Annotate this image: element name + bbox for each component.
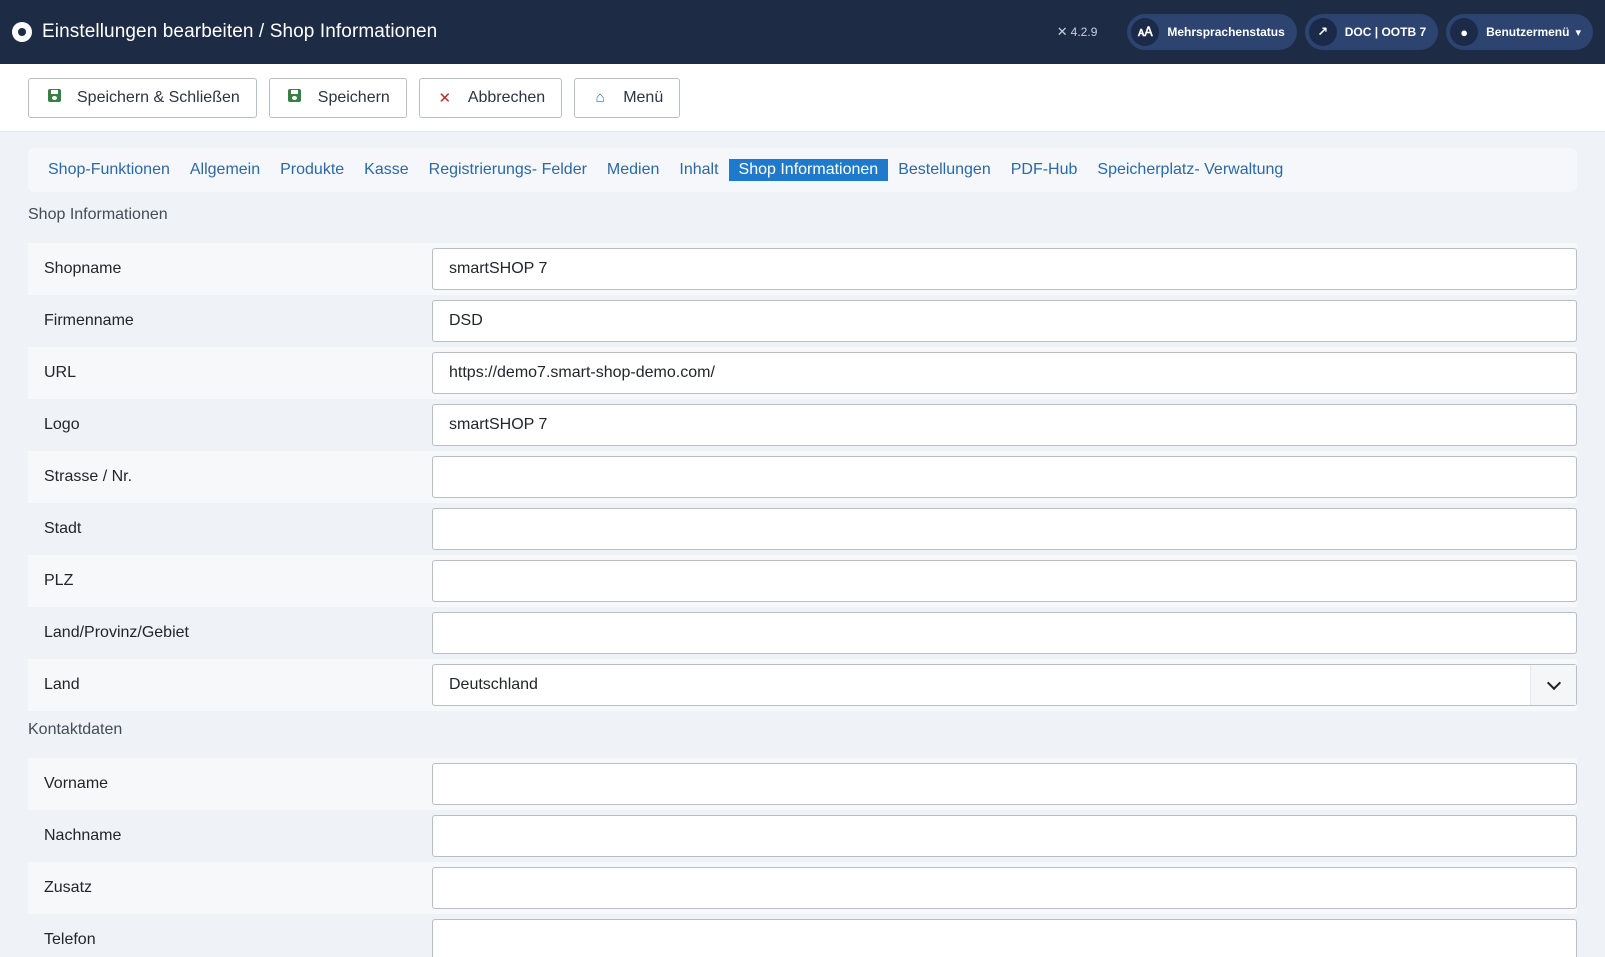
tab-kasse[interactable]: Kasse xyxy=(354,159,418,181)
tab-allgemein[interactable]: Allgemein xyxy=(180,159,270,181)
logo-input[interactable] xyxy=(432,404,1577,446)
form-row-plz: PLZ xyxy=(28,555,1577,607)
tab-medien[interactable]: Medien xyxy=(597,159,669,181)
form-row-firmenname: Firmenname xyxy=(28,295,1577,347)
firmenname-input[interactable] xyxy=(432,300,1577,342)
top-header: Einstellungen bearbeiten / Shop Informat… xyxy=(0,0,1605,64)
firmenname-label: Firmenname xyxy=(44,312,134,329)
user-menu-button[interactable]: ● Benutzermenü ▾ xyxy=(1446,14,1593,50)
form-row-zusatz: Zusatz xyxy=(28,862,1577,914)
strasse-label: Strasse / Nr. xyxy=(44,468,133,485)
doc-link-button[interactable]: ↗ DOC | OOTB 7 xyxy=(1304,14,1439,50)
tab-shop-funktionen[interactable]: Shop-Funktionen xyxy=(38,159,180,181)
menu-label: Menü xyxy=(623,88,664,106)
contact-heading: Kontaktdaten xyxy=(28,721,123,738)
land-select[interactable]: Deutschland xyxy=(432,664,1577,706)
tab-inhalt[interactable]: Inhalt xyxy=(669,159,728,181)
form-row-vorname: Vorname xyxy=(28,758,1577,810)
zusatz-input[interactable] xyxy=(432,867,1577,909)
tab-bestellungen[interactable]: Bestellungen xyxy=(888,159,1001,181)
cancel-label: Abbrechen xyxy=(467,88,546,106)
telefon-label: Telefon xyxy=(44,931,96,948)
chevron-down-icon: ▾ xyxy=(1575,26,1581,39)
language-icon: 🗚 xyxy=(1131,18,1160,46)
vorname-label: Vorname xyxy=(44,775,109,792)
stadt-label: Stadt xyxy=(44,520,82,537)
form-row-provinz: Land/Provinz/Gebiet xyxy=(28,607,1577,659)
save-close-button[interactable]: Speichern & Schließen xyxy=(28,77,257,118)
zusatz-label: Zusatz xyxy=(44,879,93,896)
shop-info-heading: Shop Informationen xyxy=(28,206,168,223)
home-icon: ⌂ xyxy=(595,89,605,106)
tab-produkte[interactable]: Produkte xyxy=(270,159,354,181)
user-menu-label: Benutzermenü xyxy=(1486,25,1570,39)
strasse-input[interactable] xyxy=(432,456,1577,498)
form-row-shopname: Shopname xyxy=(28,243,1577,295)
toolbar: Speichern & Schließen Speichern ✕ Abbrec… xyxy=(0,64,1605,132)
save-icon xyxy=(45,89,63,106)
plz-label: PLZ xyxy=(44,572,74,589)
save-close-label: Speichern & Schließen xyxy=(77,88,240,106)
version-info: ✕ 4.2.9 xyxy=(1057,24,1098,40)
land-label: Land xyxy=(44,676,80,693)
record-icon xyxy=(12,22,32,42)
url-input[interactable] xyxy=(432,352,1577,394)
close-icon: ✕ xyxy=(438,89,452,107)
tab-speicherplatz-verwaltung[interactable]: Speicherplatz- Verwaltung xyxy=(1087,159,1293,181)
land-selected-value: Deutschland xyxy=(449,676,538,693)
form-row-strasse: Strasse / Nr. xyxy=(28,451,1577,503)
tab-registrierungs-felder[interactable]: Registrierungs- Felder xyxy=(419,159,597,181)
multilang-status-button[interactable]: 🗚 Mehrsprachenstatus xyxy=(1127,14,1297,50)
tab-pdf-hub[interactable]: PDF-Hub xyxy=(1001,159,1088,181)
form-row-url: URL xyxy=(28,347,1577,399)
shopname-input[interactable] xyxy=(432,248,1577,290)
save-button[interactable]: Speichern xyxy=(268,77,407,118)
save-label: Speichern xyxy=(317,88,390,106)
provinz-input[interactable] xyxy=(432,612,1577,654)
provinz-label: Land/Provinz/Gebiet xyxy=(44,624,189,641)
shopname-label: Shopname xyxy=(44,260,122,277)
settings-tabs: Shop-Funktionen Allgemein Produkte Kasse… xyxy=(28,148,1577,192)
chevron-down-icon[interactable] xyxy=(1530,665,1576,705)
form-row-land: Land Deutschland xyxy=(28,659,1577,711)
nachname-label: Nachname xyxy=(44,827,122,844)
external-link-icon: ↗ xyxy=(1308,18,1337,46)
doc-label: DOC | OOTB 7 xyxy=(1344,25,1427,39)
cancel-button[interactable]: ✕ Abbrechen xyxy=(418,77,563,118)
form-row-stadt: Stadt xyxy=(28,503,1577,555)
nachname-input[interactable] xyxy=(432,815,1577,857)
url-label: URL xyxy=(44,364,77,381)
logo-label: Logo xyxy=(44,416,80,433)
form-row-logo: Logo xyxy=(28,399,1577,451)
telefon-input[interactable] xyxy=(432,919,1577,957)
main-content: Shop-Funktionen Allgemein Produkte Kasse… xyxy=(0,132,1605,957)
version-number: 4.2.9 xyxy=(1070,25,1098,39)
page-title: Einstellungen bearbeiten / Shop Informat… xyxy=(42,21,438,42)
multilang-label: Mehrsprachenstatus xyxy=(1167,25,1285,39)
menu-button[interactable]: ⌂ Menü xyxy=(574,77,681,118)
form-row-nachname: Nachname xyxy=(28,810,1577,862)
user-icon: ● xyxy=(1450,18,1479,46)
save-icon xyxy=(286,89,304,106)
stadt-input[interactable] xyxy=(432,508,1577,550)
vorname-input[interactable] xyxy=(432,763,1577,805)
form-row-telefon: Telefon xyxy=(28,914,1577,957)
tab-shop-informationen[interactable]: Shop Informationen xyxy=(728,159,889,181)
joomla-icon: ✕ xyxy=(1056,24,1068,39)
plz-input[interactable] xyxy=(432,560,1577,602)
